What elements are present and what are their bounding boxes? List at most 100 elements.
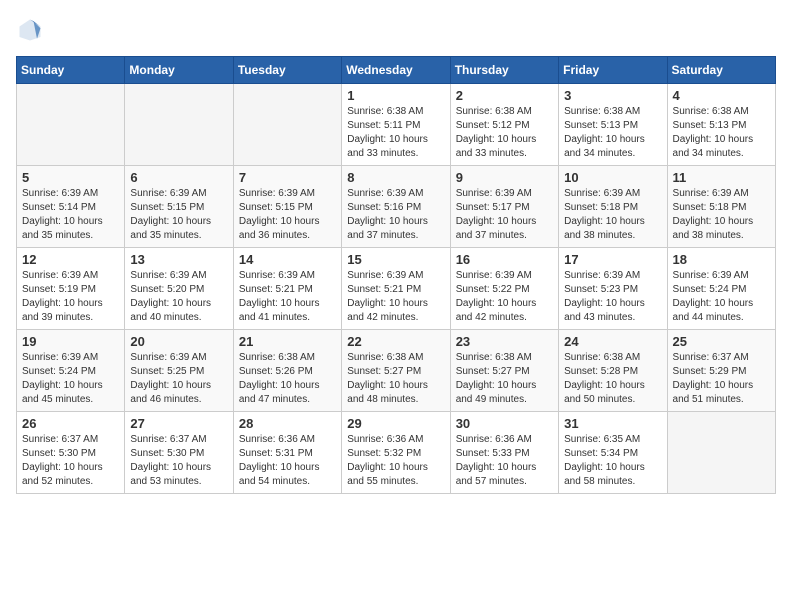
calendar-header-monday: Monday — [125, 57, 233, 84]
calendar-header-wednesday: Wednesday — [342, 57, 450, 84]
calendar-cell: 16Sunrise: 6:39 AM Sunset: 5:22 PM Dayli… — [450, 248, 558, 330]
calendar-header-tuesday: Tuesday — [233, 57, 341, 84]
logo-icon — [16, 16, 44, 44]
day-number: 28 — [239, 416, 336, 431]
day-info: Sunrise: 6:39 AM Sunset: 5:18 PM Dayligh… — [564, 187, 661, 243]
day-number: 27 — [130, 416, 227, 431]
day-number: 3 — [564, 88, 661, 103]
day-info: Sunrise: 6:39 AM Sunset: 5:14 PM Dayligh… — [22, 187, 119, 243]
day-info: Sunrise: 6:36 AM Sunset: 5:31 PM Dayligh… — [239, 433, 336, 489]
day-number: 5 — [22, 170, 119, 185]
calendar-cell — [125, 84, 233, 166]
day-number: 25 — [673, 334, 770, 349]
day-info: Sunrise: 6:39 AM Sunset: 5:25 PM Dayligh… — [130, 351, 227, 407]
day-number: 19 — [22, 334, 119, 349]
day-number: 6 — [130, 170, 227, 185]
calendar-cell: 29 Sunrise: 6:36 AM Sunset: 5:32 PM Dayli… — [342, 412, 450, 494]
day-number: 29 — [347, 416, 444, 431]
calendar-cell: 9 Sunrise: 6:39 AM Sunset: 5:17 PM Daylig… — [450, 166, 558, 248]
calendar-header-thursday: Thursday — [450, 57, 558, 84]
calendar-cell: 26 Sunrise: 6:37 AM Sunset: 5:30 PM Dayli… — [17, 412, 125, 494]
day-number: 23 — [456, 334, 553, 349]
day-info: Sunrise: 6:38 AM Sunset: 5:13 PM Dayligh… — [564, 105, 661, 161]
day-info: Sunrise: 6:35 AM Sunset: 5:34 PM Dayligh… — [564, 433, 661, 489]
calendar-header-friday: Friday — [559, 57, 667, 84]
day-info: Sunrise: 6:39 AM Sunset: 5:23 PM Dayligh… — [564, 269, 661, 325]
day-info: Sunrise: 6:38 AM Sunset: 5:12 PM Dayligh… — [456, 105, 553, 161]
calendar-cell: 21 Sunrise: 6:38 AM Sunset: 5:26 PM Dayli… — [233, 330, 341, 412]
day-info: Sunrise: 6:37 AM Sunset: 5:29 PM Dayligh… — [673, 351, 770, 407]
calendar-cell: 31 Sunrise: 6:35 AM Sunset: 5:34 PM Dayli… — [559, 412, 667, 494]
calendar-cell: 25 Sunrise: 6:37 AM Sunset: 5:29 PM Dayli… — [667, 330, 775, 412]
day-info: Sunrise: 6:39 AM Sunset: 5:16 PM Dayligh… — [347, 187, 444, 243]
calendar-header-saturday: Saturday — [667, 57, 775, 84]
day-number: 30 — [456, 416, 553, 431]
day-number: 10 — [564, 170, 661, 185]
calendar-cell: 4 Sunrise: 6:38 AM Sunset: 5:13 PM Daylig… — [667, 84, 775, 166]
calendar-cell: 8 Sunrise: 6:39 AM Sunset: 5:16 PM Daylig… — [342, 166, 450, 248]
day-info: Sunrise: 6:38 AM Sunset: 5:27 PM Dayligh… — [456, 351, 553, 407]
day-info: Sunrise: 6:38 AM Sunset: 5:11 PM Dayligh… — [347, 105, 444, 161]
day-info: Sunrise: 6:39 AM Sunset: 5:19 PM Dayligh… — [22, 269, 119, 325]
calendar-cell: 27Sunrise: 6:37 AM Sunset: 5:30 PM Dayli… — [125, 412, 233, 494]
day-number: 8 — [347, 170, 444, 185]
day-number: 11 — [673, 170, 770, 185]
logo — [16, 16, 48, 44]
calendar-cell: 30Sunrise: 6:36 AM Sunset: 5:33 PM Dayli… — [450, 412, 558, 494]
calendar-week-row: 19 Sunrise: 6:39 AM Sunset: 5:24 PM Dayli… — [17, 330, 776, 412]
day-number: 1 — [347, 88, 444, 103]
day-info: Sunrise: 6:38 AM Sunset: 5:27 PM Dayligh… — [347, 351, 444, 407]
calendar-cell: 2 Sunrise: 6:38 AM Sunset: 5:12 PM Daylig… — [450, 84, 558, 166]
day-number: 22 — [347, 334, 444, 349]
calendar-cell: 12 Sunrise: 6:39 AM Sunset: 5:19 PM Dayli… — [17, 248, 125, 330]
calendar-body: 1 Sunrise: 6:38 AM Sunset: 5:11 PM Daylig… — [17, 84, 776, 494]
calendar-cell: 5 Sunrise: 6:39 AM Sunset: 5:14 PM Daylig… — [17, 166, 125, 248]
day-number: 16 — [456, 252, 553, 267]
day-number: 21 — [239, 334, 336, 349]
day-number: 4 — [673, 88, 770, 103]
day-number: 7 — [239, 170, 336, 185]
day-info: Sunrise: 6:38 AM Sunset: 5:13 PM Dayligh… — [673, 105, 770, 161]
calendar-cell: 22 Sunrise: 6:38 AM Sunset: 5:27 PM Dayli… — [342, 330, 450, 412]
calendar-week-row: 12 Sunrise: 6:39 AM Sunset: 5:19 PM Dayli… — [17, 248, 776, 330]
calendar-cell: 23 Sunrise: 6:38 AM Sunset: 5:27 PM Dayli… — [450, 330, 558, 412]
calendar-week-row: 1 Sunrise: 6:38 AM Sunset: 5:11 PM Daylig… — [17, 84, 776, 166]
day-number: 12 — [22, 252, 119, 267]
day-info: Sunrise: 6:38 AM Sunset: 5:26 PM Dayligh… — [239, 351, 336, 407]
calendar-header-row: SundayMondayTuesdayWednesdayThursdayFrid… — [17, 57, 776, 84]
calendar-cell: 7 Sunrise: 6:39 AM Sunset: 5:15 PM Daylig… — [233, 166, 341, 248]
calendar-cell: 19 Sunrise: 6:39 AM Sunset: 5:24 PM Dayli… — [17, 330, 125, 412]
calendar-week-row: 26 Sunrise: 6:37 AM Sunset: 5:30 PM Dayli… — [17, 412, 776, 494]
calendar-header-sunday: Sunday — [17, 57, 125, 84]
day-info: Sunrise: 6:39 AM Sunset: 5:15 PM Dayligh… — [130, 187, 227, 243]
day-number: 31 — [564, 416, 661, 431]
page-header — [16, 16, 776, 44]
day-info: Sunrise: 6:39 AM Sunset: 5:17 PM Dayligh… — [456, 187, 553, 243]
calendar-cell: 11 Sunrise: 6:39 AM Sunset: 5:18 PM Dayli… — [667, 166, 775, 248]
calendar-cell — [17, 84, 125, 166]
day-number: 9 — [456, 170, 553, 185]
calendar-table: SundayMondayTuesdayWednesdayThursdayFrid… — [16, 56, 776, 494]
calendar-week-row: 5 Sunrise: 6:39 AM Sunset: 5:14 PM Daylig… — [17, 166, 776, 248]
day-info: Sunrise: 6:39 AM Sunset: 5:15 PM Dayligh… — [239, 187, 336, 243]
calendar-cell: 15Sunrise: 6:39 AM Sunset: 5:21 PM Dayli… — [342, 248, 450, 330]
calendar-cell: 28 Sunrise: 6:36 AM Sunset: 5:31 PM Dayli… — [233, 412, 341, 494]
day-info: Sunrise: 6:39 AM Sunset: 5:24 PM Dayligh… — [673, 269, 770, 325]
day-number: 13 — [130, 252, 227, 267]
day-number: 18 — [673, 252, 770, 267]
day-info: Sunrise: 6:39 AM Sunset: 5:21 PM Dayligh… — [347, 269, 444, 325]
day-info: Sunrise: 6:37 AM Sunset: 5:30 PM Dayligh… — [22, 433, 119, 489]
calendar-cell: 24Sunrise: 6:38 AM Sunset: 5:28 PM Dayli… — [559, 330, 667, 412]
calendar-cell: 18 Sunrise: 6:39 AM Sunset: 5:24 PM Dayli… — [667, 248, 775, 330]
day-info: Sunrise: 6:39 AM Sunset: 5:24 PM Dayligh… — [22, 351, 119, 407]
calendar-cell: 17Sunrise: 6:39 AM Sunset: 5:23 PM Dayli… — [559, 248, 667, 330]
day-number: 20 — [130, 334, 227, 349]
day-info: Sunrise: 6:39 AM Sunset: 5:21 PM Dayligh… — [239, 269, 336, 325]
day-number: 2 — [456, 88, 553, 103]
day-number: 26 — [22, 416, 119, 431]
day-info: Sunrise: 6:39 AM Sunset: 5:18 PM Dayligh… — [673, 187, 770, 243]
calendar-cell: 14Sunrise: 6:39 AM Sunset: 5:21 PM Dayli… — [233, 248, 341, 330]
calendar-cell: 20 Sunrise: 6:39 AM Sunset: 5:25 PM Dayli… — [125, 330, 233, 412]
day-info: Sunrise: 6:36 AM Sunset: 5:32 PM Dayligh… — [347, 433, 444, 489]
calendar-cell: 3 Sunrise: 6:38 AM Sunset: 5:13 PM Daylig… — [559, 84, 667, 166]
